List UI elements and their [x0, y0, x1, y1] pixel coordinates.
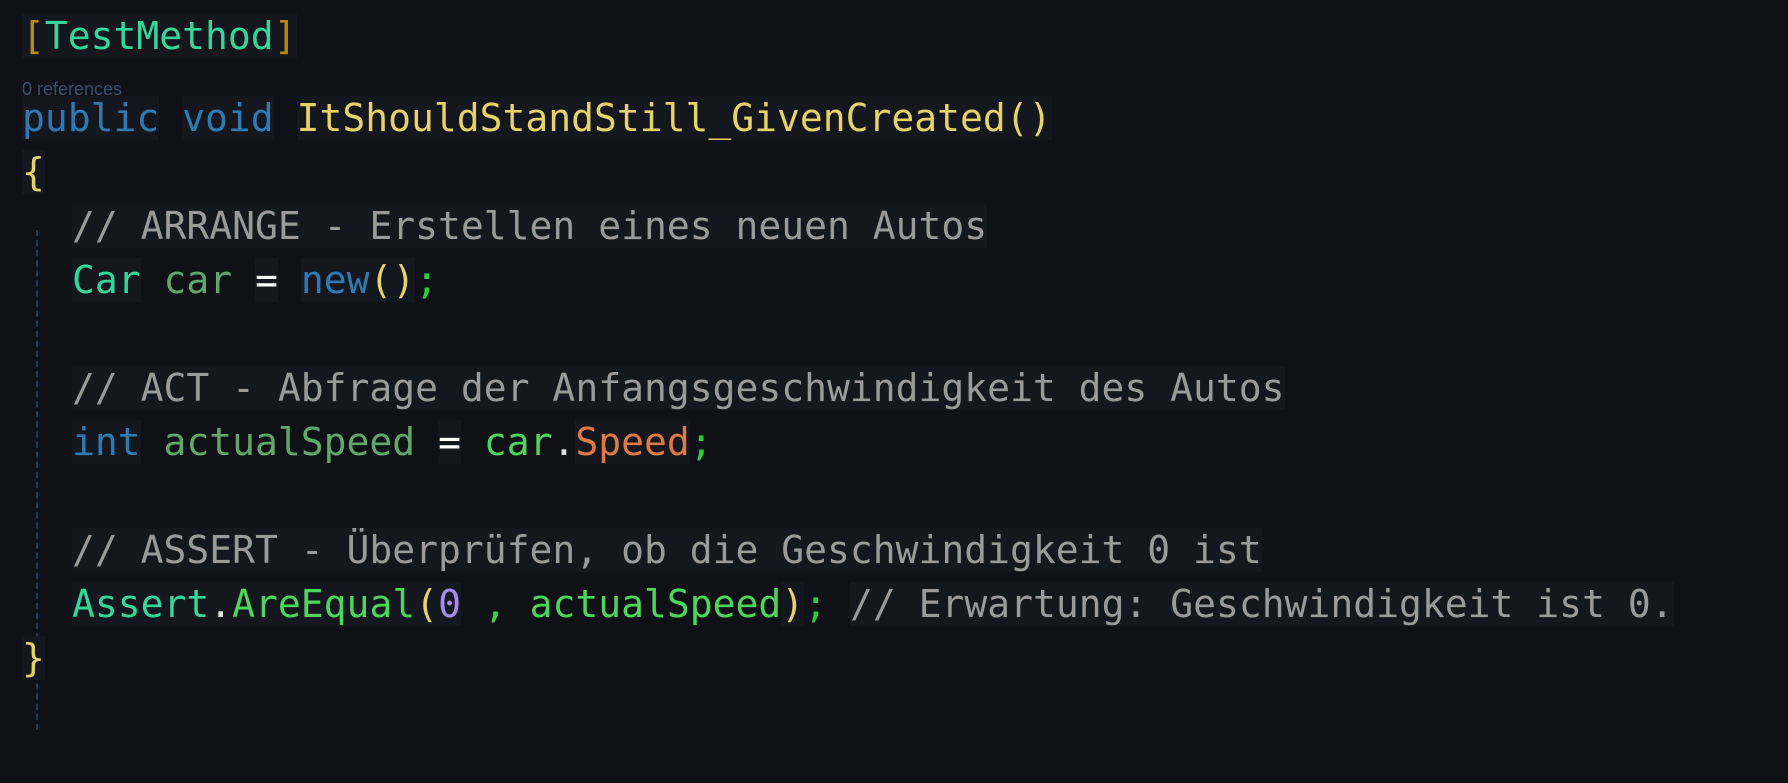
- code-line-act[interactable]: int actualSpeed = car.Speed;: [72, 416, 713, 468]
- member-dot: .: [209, 582, 233, 626]
- attribute-close-bracket: ]: [273, 14, 297, 58]
- code-line-close-brace[interactable]: }: [22, 632, 45, 684]
- assign-operator: =: [438, 420, 461, 464]
- type-car: Car: [72, 258, 141, 302]
- class-assert: Assert: [72, 582, 210, 626]
- code-line-arrange-comment[interactable]: // ARRANGE - Erstellen eines neuen Autos: [72, 200, 988, 252]
- new-keyword: new: [300, 258, 370, 302]
- number-literal: 0: [438, 582, 461, 626]
- variable-car: car: [163, 258, 233, 302]
- arrange-comment: // ARRANGE - Erstellen eines neuen Autos: [72, 204, 988, 248]
- close-paren: ): [781, 582, 805, 626]
- attribute-open-bracket: [: [22, 14, 45, 58]
- property-speed: Speed: [575, 420, 690, 464]
- code-line-attribute[interactable]: [TestMethod]: [22, 10, 297, 62]
- code-line-act-comment[interactable]: // ACT - Abfrage der Anfangsgeschwindigk…: [72, 362, 1285, 414]
- code-line-signature[interactable]: public void ItShouldStandStill_GivenCrea…: [22, 92, 1052, 144]
- code-editor[interactable]: [TestMethod] 0 references public void It…: [0, 0, 1788, 783]
- modifier-keyword: public: [22, 96, 160, 140]
- method-name: ItShouldStandStill_GivenCreated: [296, 96, 1006, 140]
- argument-actual-speed: actualSpeed: [529, 582, 782, 626]
- open-paren: (: [415, 582, 439, 626]
- method-are-equal: AreEqual: [232, 582, 416, 626]
- argument-comma: ,: [460, 582, 530, 626]
- semicolon: ;: [804, 582, 828, 626]
- open-brace: {: [22, 150, 45, 194]
- close-brace: }: [22, 636, 45, 680]
- assert-comment: // ASSERT - Überprüfen, ob die Geschwind…: [72, 528, 1262, 572]
- new-parens: (): [369, 258, 416, 302]
- member-dot: .: [552, 420, 576, 464]
- act-comment: // ACT - Abfrage der Anfangsgeschwindigk…: [72, 366, 1285, 410]
- code-line-open-brace[interactable]: {: [22, 146, 45, 198]
- object-car: car: [483, 420, 553, 464]
- trailing-comment: // Erwartung: Geschwindigkeit ist 0.: [849, 582, 1674, 626]
- code-line-assert-comment[interactable]: // ASSERT - Überprüfen, ob die Geschwind…: [72, 524, 1262, 576]
- code-line-assert[interactable]: Assert.AreEqual(0 , actualSpeed); // Erw…: [72, 578, 1674, 630]
- semicolon: ;: [689, 420, 713, 464]
- attribute-name: TestMethod: [44, 14, 274, 58]
- return-type-keyword: void: [182, 96, 274, 140]
- type-int: int: [72, 420, 141, 464]
- assign-operator: =: [255, 258, 278, 302]
- variable-actual-speed: actualSpeed: [163, 420, 416, 464]
- signature-parens: (): [1005, 96, 1052, 140]
- semicolon: ;: [415, 258, 439, 302]
- code-line-arrange[interactable]: Car car = new();: [72, 254, 438, 306]
